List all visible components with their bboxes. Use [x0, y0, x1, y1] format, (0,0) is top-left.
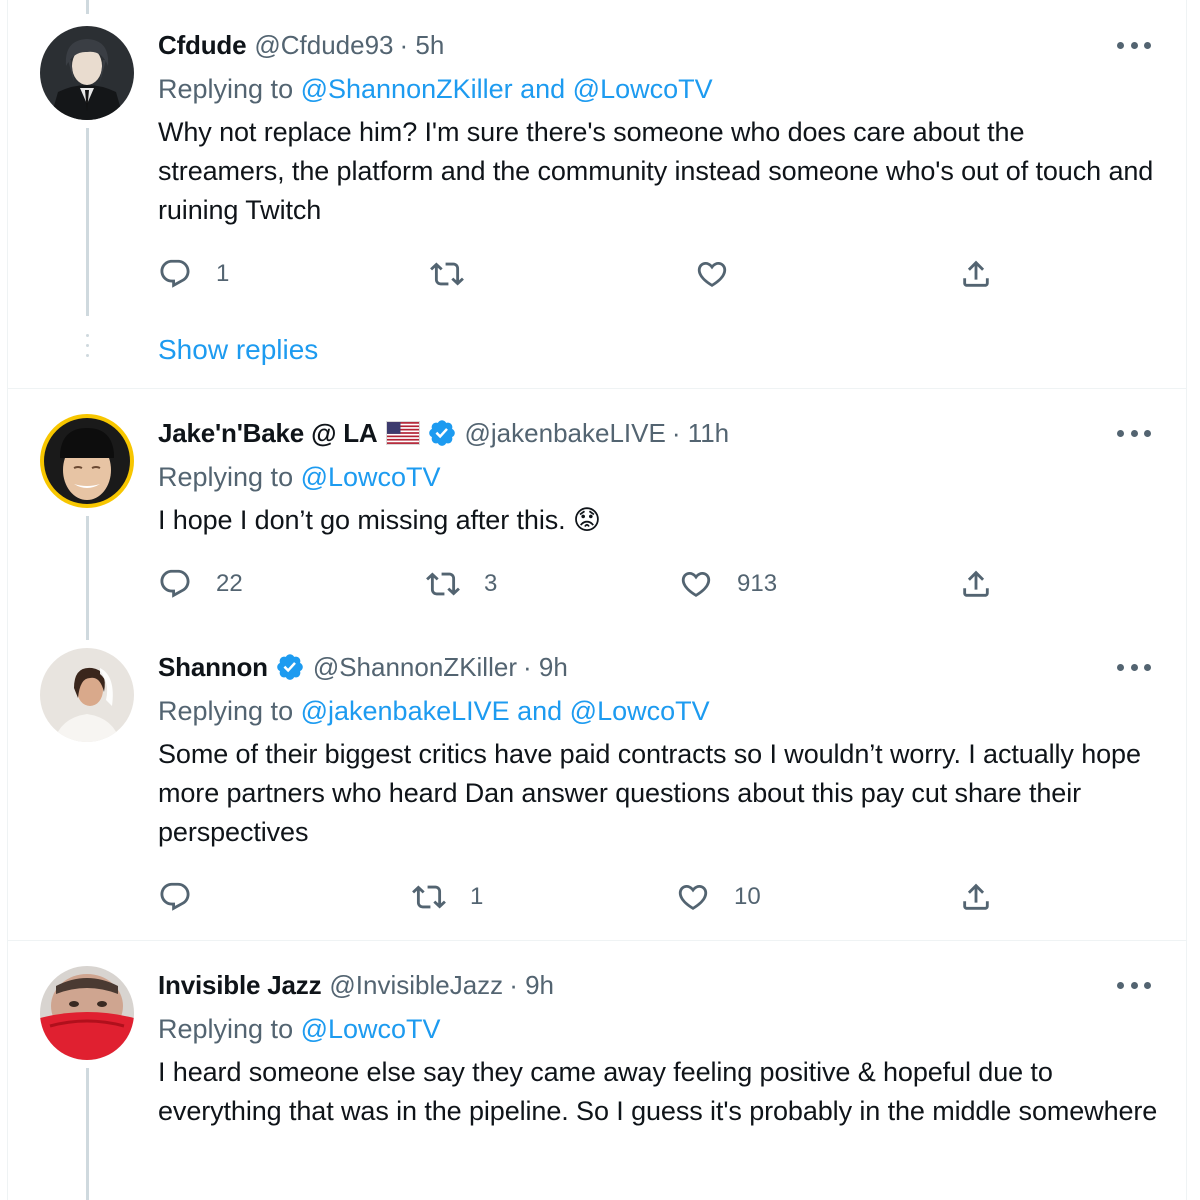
share-icon	[959, 880, 993, 914]
like-button[interactable]	[695, 254, 729, 294]
author-handle[interactable]: @jakenbakeLIVE	[465, 418, 666, 449]
divider	[7, 388, 1187, 389]
tweet-actions: 1	[158, 254, 1018, 294]
mention-link[interactable]: @LowcoTV	[301, 462, 441, 492]
replying-to-label: Replying to	[158, 1014, 301, 1044]
tweet-text: I hope I don’t go missing after this. 😟	[158, 505, 601, 535]
tweet-timestamp[interactable]: · 9h	[523, 652, 568, 683]
reply-button[interactable]: 22	[158, 564, 243, 604]
tweet-header: Jake'n'Bake @ LA @jakenbakeLIVE · 11h	[158, 418, 729, 448]
mention-link[interactable]: @LowcoTV	[301, 1014, 441, 1044]
more-icon[interactable]	[1117, 980, 1151, 990]
show-replies-link[interactable]: Show replies	[158, 334, 318, 366]
more-icon[interactable]	[1117, 40, 1151, 50]
reply-icon	[158, 567, 192, 601]
replying-to-label: Replying to	[158, 696, 301, 726]
divider	[7, 940, 1187, 941]
like-icon	[679, 567, 713, 601]
retweet-button[interactable]	[430, 254, 464, 294]
tweet-timestamp[interactable]: · 9h	[509, 970, 554, 1001]
tweet-text: I heard someone else say they came away …	[158, 1057, 1158, 1126]
mention-link[interactable]: @ShannonZKiller and @LowcoTV	[301, 74, 713, 104]
more-icon[interactable]	[1117, 662, 1151, 672]
avatar[interactable]	[40, 26, 134, 120]
more-icon[interactable]	[1117, 428, 1151, 438]
retweet-button[interactable]: 1	[412, 877, 483, 917]
share-icon	[959, 257, 993, 291]
reply-icon	[158, 880, 192, 914]
share-button[interactable]	[959, 254, 993, 294]
like-count: 913	[737, 570, 778, 597]
thread-dots	[86, 334, 89, 364]
thread-line	[86, 128, 89, 316]
avatar-invisiblejazz-image	[40, 966, 134, 1060]
replying-to: Replying to @LowcoTV	[158, 1014, 441, 1045]
tweet-actions: 22 3 913	[158, 564, 1018, 604]
retweet-count: 3	[484, 570, 498, 597]
tweet-text: Some of their biggest critics have paid …	[158, 739, 1141, 847]
author-handle[interactable]: @Cfdude93	[254, 30, 393, 61]
avatar-shannon-image	[40, 648, 134, 742]
reply-count: 22	[216, 570, 243, 597]
reply-button[interactable]	[158, 877, 192, 917]
tweet-timestamp[interactable]: · 5h	[400, 30, 445, 61]
retweet-count: 1	[470, 883, 484, 910]
author-name[interactable]: Jake'n'Bake @ LA	[158, 418, 378, 449]
avatar[interactable]	[40, 414, 134, 508]
avatar-cfdude-image	[40, 26, 134, 120]
thread-line	[86, 1068, 89, 1200]
replying-to: Replying to @jakenbakeLIVE and @LowcoTV	[158, 696, 710, 727]
avatar[interactable]	[40, 966, 134, 1060]
avatar-jakenbake-image	[44, 418, 130, 504]
tweet-header: Invisible Jazz @InvisibleJazz · 9h	[158, 970, 554, 1000]
replying-to: Replying to @LowcoTV	[158, 462, 441, 493]
replying-to: Replying to @ShannonZKiller and @LowcoTV	[158, 74, 713, 105]
reply-button[interactable]: 1	[158, 254, 229, 294]
tweet-actions: 1 10	[158, 877, 1018, 917]
mention-link[interactable]: @jakenbakeLIVE and @LowcoTV	[301, 696, 710, 726]
like-button[interactable]: 913	[679, 564, 777, 604]
thread-line	[86, 516, 89, 640]
retweet-icon	[412, 880, 446, 914]
share-button[interactable]	[959, 564, 993, 604]
like-count: 10	[734, 883, 761, 910]
like-button[interactable]: 10	[676, 877, 761, 917]
timeline-border-left	[7, 0, 8, 1200]
reply-icon	[158, 257, 192, 291]
verified-badge-icon	[275, 652, 305, 682]
author-handle[interactable]: @ShannonZKiller	[313, 652, 517, 683]
replying-to-label: Replying to	[158, 74, 301, 104]
share-button[interactable]	[959, 877, 993, 917]
author-name[interactable]: Invisible Jazz	[158, 970, 322, 1001]
tweet-header: Shannon @ShannonZKiller · 9h	[158, 652, 568, 682]
tweet-text: Why not replace him? I'm sure there's so…	[158, 117, 1154, 225]
like-icon	[695, 257, 729, 291]
thread-line	[86, 0, 89, 14]
retweet-icon	[430, 257, 464, 291]
us-flag-icon	[385, 421, 420, 445]
like-icon	[676, 880, 710, 914]
tweet-header: Cfdude @Cfdude93 · 5h	[158, 30, 444, 60]
tweet-timestamp[interactable]: · 11h	[672, 418, 729, 449]
author-name[interactable]: Shannon	[158, 652, 268, 683]
retweet-icon	[426, 567, 460, 601]
verified-badge-icon	[427, 418, 457, 448]
avatar[interactable]	[40, 648, 134, 742]
retweet-button[interactable]: 3	[426, 564, 497, 604]
reply-count: 1	[216, 260, 230, 287]
author-name[interactable]: Cfdude	[158, 30, 247, 61]
timeline-border-right	[1186, 0, 1187, 1200]
replying-to-label: Replying to	[158, 462, 301, 492]
author-handle[interactable]: @InvisibleJazz	[329, 970, 503, 1001]
share-icon	[959, 567, 993, 601]
